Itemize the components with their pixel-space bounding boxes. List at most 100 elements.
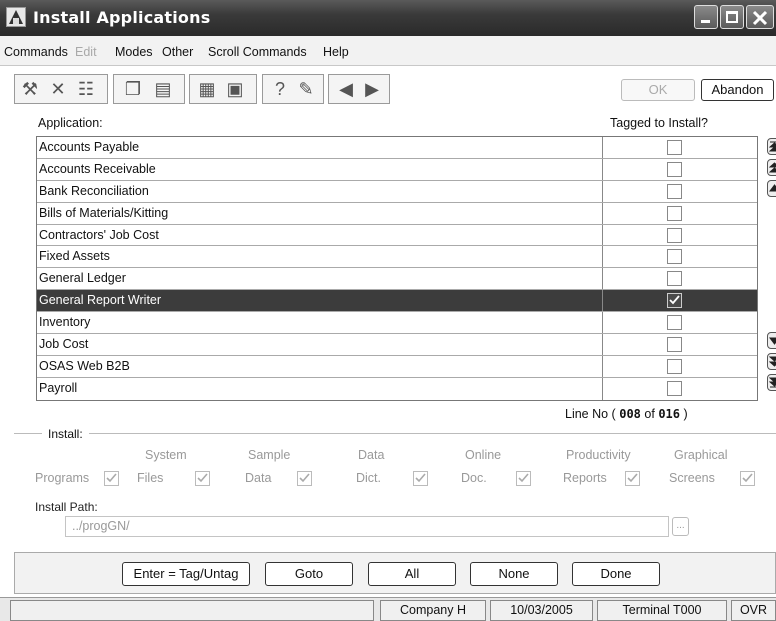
status-date: 10/03/2005 (490, 600, 593, 621)
column-divider (602, 377, 603, 400)
hammer-wrench-icon[interactable]: ⚒ (19, 78, 41, 100)
tagged-checkbox[interactable] (667, 205, 682, 221)
column-divider (602, 246, 603, 268)
status-terminal: Terminal T000 (597, 600, 727, 621)
application-grid-panel: Application: Tagged to Install? Accounts… (14, 110, 776, 401)
option-data-dict-checkbox[interactable] (413, 471, 428, 486)
tagged-checkbox[interactable] (667, 271, 682, 287)
toolbar-group-nav: ◀ ▶ (328, 74, 390, 104)
table-row[interactable]: General Ledger (37, 268, 757, 291)
menu-modes[interactable]: Modes (115, 45, 153, 59)
ok-button[interactable]: OK (621, 79, 695, 101)
application-name-cell: Contractors' Job Cost (39, 227, 159, 242)
none-button[interactable]: None (470, 562, 558, 586)
copy-icon[interactable]: ❐ (122, 78, 144, 100)
list-icon[interactable]: ☷ (75, 78, 97, 100)
option-sample-data-checkbox[interactable] (297, 471, 312, 486)
column-divider (602, 334, 603, 355)
menu-scroll-commands[interactable]: Scroll Commands (208, 45, 307, 59)
calculator-icon[interactable]: ▦ (196, 78, 218, 100)
option-programs-label: Programs (35, 471, 90, 485)
scroll-down-button[interactable] (767, 332, 776, 349)
menu-other[interactable]: Other (162, 45, 193, 59)
maximize-icon (726, 11, 738, 23)
table-row[interactable]: General Report Writer (37, 290, 757, 313)
option-online-doc-checkbox[interactable] (516, 471, 531, 486)
option-data-top-label: Data (358, 448, 385, 462)
scroll-top-button[interactable] (767, 138, 776, 155)
application-name-cell: Bills of Materials/Kitting (39, 205, 169, 220)
tagged-checkbox[interactable] (667, 358, 682, 374)
scroll-page-up-button[interactable] (767, 159, 776, 176)
tagged-checkbox[interactable] (667, 227, 682, 243)
tagged-checkbox[interactable] (667, 161, 682, 177)
tagged-checkbox[interactable] (667, 315, 682, 331)
page-up-icon (769, 162, 776, 173)
option-productivity-reports-checkbox[interactable] (625, 471, 640, 486)
paste-icon[interactable]: ▤ (152, 78, 174, 100)
line-no-total: 016 (658, 407, 680, 421)
option-programs-checkbox[interactable] (104, 471, 119, 486)
all-button[interactable]: All (368, 562, 456, 586)
table-row[interactable]: Accounts Receivable (37, 158, 757, 181)
table-row[interactable]: Inventory (37, 312, 757, 335)
application-grid: Accounts Payable Accounts Receivable Bank … (36, 136, 758, 401)
page-down-icon (769, 356, 776, 367)
status-company: Company H (380, 600, 486, 621)
help-icon[interactable]: ? (269, 78, 291, 100)
status-bar: Company H 10/03/2005 Terminal T000 OVR (0, 597, 776, 621)
done-button[interactable]: Done (572, 562, 660, 586)
tagged-checkbox[interactable] (667, 380, 682, 396)
minimize-button[interactable] (694, 5, 718, 29)
close-button[interactable] (746, 5, 774, 29)
table-row[interactable]: OSAS Web B2B (37, 355, 757, 378)
menu-commands[interactable]: Commands (4, 45, 68, 59)
toolbar-group-clipboard: ❐ ▤ (113, 74, 185, 104)
table-row[interactable]: Job Cost (37, 334, 757, 356)
table-row[interactable]: Fixed Assets (37, 246, 757, 269)
option-system-files-checkbox[interactable] (195, 471, 210, 486)
scroll-page-down-button[interactable] (767, 353, 776, 370)
checkmark-icon (627, 473, 638, 483)
notes-icon[interactable]: ✎ (295, 78, 317, 100)
calendar-icon[interactable]: ▣ (224, 78, 246, 100)
tagged-checkbox[interactable] (667, 337, 682, 353)
checkmark-icon (669, 295, 680, 305)
status-message (10, 600, 374, 621)
option-graphical-screens-checkbox[interactable] (740, 471, 755, 486)
abandon-button[interactable]: Abandon (701, 79, 774, 101)
title-bar: Install Applications (0, 0, 776, 36)
table-row[interactable]: Accounts Payable (37, 137, 757, 159)
table-row[interactable]: Contractors' Job Cost (37, 224, 757, 247)
forward-icon[interactable]: ▶ (361, 78, 383, 100)
down-icon (769, 337, 776, 345)
delete-icon[interactable]: ✕ (47, 78, 69, 100)
menu-edit[interactable]: Edit (75, 45, 97, 59)
back-icon[interactable]: ◀ (335, 78, 357, 100)
tagged-checkbox[interactable] (667, 249, 682, 265)
option-system-label: Files (137, 471, 164, 485)
column-divider (602, 290, 603, 312)
tagged-checkbox[interactable] (667, 140, 682, 155)
tag-untag-button[interactable]: Enter = Tag/Untag (122, 562, 250, 586)
install-path-input[interactable]: ../progGN/ (65, 516, 669, 537)
option-productivity-reports-label: Reports (563, 471, 607, 485)
up-icon (769, 184, 776, 192)
tagged-checkbox[interactable] (667, 293, 682, 309)
table-row[interactable]: Bills of Materials/Kitting (37, 202, 757, 225)
table-row[interactable]: Payroll (37, 377, 757, 400)
tagged-checkbox[interactable] (667, 183, 682, 199)
checkmark-icon (299, 473, 310, 483)
option-productivity-top-label: Productivity (566, 448, 631, 462)
checkmark-icon (415, 473, 426, 483)
column-header-application: Application: (38, 116, 103, 130)
table-row[interactable]: Bank Reconciliation (37, 180, 757, 203)
maximize-button[interactable] (720, 5, 744, 29)
scroll-bottom-button[interactable] (767, 374, 776, 391)
checkmark-icon (197, 473, 208, 483)
install-path-label: Install Path: (35, 500, 98, 514)
scroll-up-button[interactable] (767, 180, 776, 197)
browse-path-button[interactable]: ... (672, 517, 689, 536)
menu-help[interactable]: Help (323, 45, 349, 59)
goto-button[interactable]: Goto (265, 562, 353, 586)
